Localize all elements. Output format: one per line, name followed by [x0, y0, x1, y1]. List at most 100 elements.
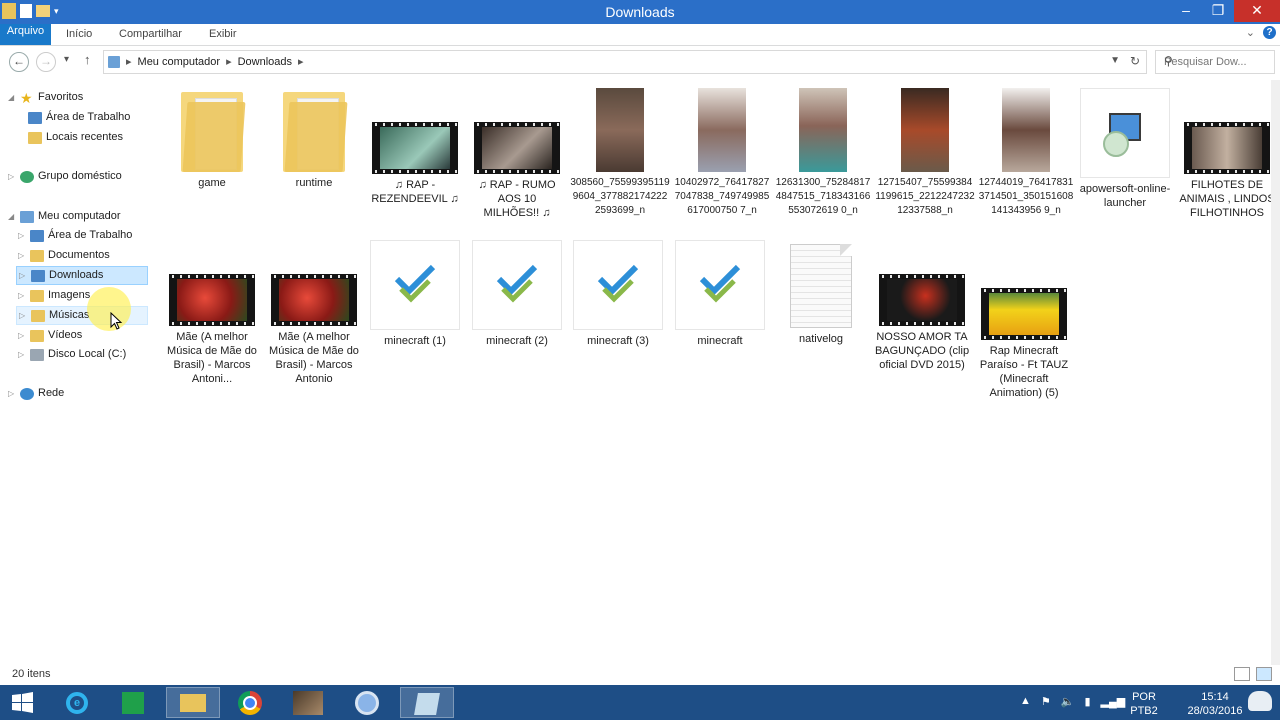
network-tray-icon[interactable]: ▂▄▆ — [1101, 695, 1126, 708]
star-icon: ★ — [20, 89, 33, 106]
search-box[interactable]: Pesquisar Dow... ⚲ — [1155, 50, 1275, 74]
file-label: minecraft (3) — [587, 335, 649, 347]
expand-arrow-icon[interactable]: ▷ — [18, 246, 26, 265]
expand-arrow-icon[interactable]: ▷ — [18, 226, 26, 245]
ie-icon[interactable]: e — [52, 687, 102, 718]
file-label: NOSSO AMOR TA BAGUNÇADO (clip oficial DV… — [874, 331, 970, 371]
up-button[interactable]: ↑ — [84, 52, 91, 67]
nav-grupo-domestico[interactable]: ▷ Grupo doméstico — [8, 167, 122, 186]
file-item[interactable]: minecraft (2) — [469, 240, 565, 348]
file-item[interactable]: minecraft — [672, 240, 768, 348]
file-item[interactable]: 12744019_764178313714501_350151608141343… — [976, 88, 1076, 218]
file-item[interactable]: 12631300_752848174847515_718343166553072… — [773, 88, 873, 218]
help-icon[interactable]: ? — [1263, 26, 1276, 39]
file-label: runtime — [295, 177, 333, 189]
file-item[interactable]: Mãe (A melhor Música de Mãe do Brasil) -… — [266, 234, 362, 386]
disk-icon — [30, 348, 44, 361]
nav-label: Favoritos — [38, 91, 84, 103]
breadcrumb-separator-icon: ▸ — [298, 56, 304, 68]
language-indicator[interactable]: POR PTB2 — [1128, 690, 1160, 718]
tab-file[interactable]: Arquivo — [0, 24, 51, 45]
file-item[interactable]: Mãe (A melhor Música de Mãe do Brasil) -… — [164, 234, 260, 386]
nav-area-de-trabalho-fav[interactable]: Área de Trabalho — [28, 108, 130, 127]
expand-arrow-icon[interactable]: ▷ — [18, 345, 26, 364]
nav-videos[interactable]: ▷ Vídeos — [18, 326, 82, 345]
nav-downloads[interactable]: ▷ Downloads — [16, 266, 148, 285]
file-item[interactable]: game — [164, 88, 260, 190]
scrollbar[interactable] — [1271, 80, 1280, 665]
collapse-arrow-icon[interactable]: ◢ — [8, 207, 16, 226]
show-hidden-icons-icon[interactable]: ▲ — [1020, 695, 1031, 708]
store-icon[interactable] — [108, 687, 158, 718]
chrome-icon[interactable] — [225, 687, 275, 718]
close-button[interactable]: ✕ — [1234, 0, 1280, 22]
start-icon[interactable] — [0, 687, 46, 718]
file-item[interactable]: ♫ RAP - RUMO AOS 10 MILHÕES!! ♫ — [469, 82, 565, 220]
file-item[interactable]: 10402972_764178277047838_749749985617000… — [672, 88, 772, 218]
collapse-arrow-icon[interactable]: ◢ — [8, 88, 16, 107]
chrome-canary-icon[interactable] — [342, 687, 392, 718]
nav-area-de-trabalho[interactable]: ▷ Área de Trabalho — [18, 226, 132, 245]
breadcrumb-meu-computador[interactable]: Meu computador — [138, 56, 221, 68]
navigation-pane: ◢ ★ Favoritos Área de Trabalho Locais re… — [0, 80, 150, 665]
volume-icon[interactable]: 🔈 — [1061, 695, 1075, 708]
explorer-icon[interactable] — [166, 687, 220, 718]
nav-imagens[interactable]: ▷ Imagens — [18, 286, 90, 305]
file-label: ♫ RAP - REZENDEEVIL ♫ — [371, 179, 459, 205]
videos-icon — [30, 329, 44, 342]
weather-icon[interactable] — [1248, 691, 1272, 711]
back-button[interactable]: ← — [9, 52, 29, 72]
file-label: 10402972_764178277047838_749749985617000… — [674, 177, 770, 216]
address-history-dropdown-icon[interactable]: ▼ — [1110, 55, 1120, 66]
file-item[interactable]: runtime — [266, 88, 362, 190]
file-item[interactable]: NOSSO AMOR TA BAGUNÇADO (clip oficial DV… — [874, 234, 970, 372]
file-item[interactable]: nativelog — [773, 244, 869, 346]
nav-meu-computador[interactable]: ◢ Meu computador — [8, 207, 121, 226]
nav-rede[interactable]: ▷ Rede — [8, 384, 64, 403]
file-label: game — [198, 177, 226, 189]
expand-ribbon-icon[interactable]: ⌄ — [1246, 26, 1255, 39]
video-thumbnail — [271, 274, 357, 326]
forward-button[interactable]: → — [36, 52, 56, 72]
expand-arrow-icon[interactable]: ▷ — [19, 266, 27, 285]
video-thumbnail — [169, 274, 255, 326]
address-bar[interactable]: ▸ Meu computador ▸ Downloads ▸ ▼ ↻ — [103, 50, 1147, 74]
video-app-icon[interactable] — [283, 687, 333, 718]
action-center-icon[interactable]: ⚑ — [1041, 695, 1051, 708]
breadcrumb-downloads[interactable]: Downloads — [238, 56, 292, 68]
notes-icon[interactable] — [400, 687, 454, 718]
nav-favoritos[interactable]: ◢ ★ Favoritos — [8, 88, 83, 107]
minimize-button[interactable]: – — [1170, 0, 1202, 22]
nav-documentos[interactable]: ▷ Documentos — [18, 246, 110, 265]
tab-share[interactable]: Compartilhar — [119, 24, 182, 45]
expand-arrow-icon[interactable]: ▷ — [19, 306, 27, 325]
recent-locations-icon[interactable]: ▾ — [64, 54, 69, 65]
nav-label: Imagens — [48, 289, 91, 301]
search-icon[interactable]: ⚲ — [1164, 54, 1269, 68]
file-item[interactable]: minecraft (1) — [367, 240, 463, 348]
expand-arrow-icon[interactable]: ▷ — [18, 286, 26, 305]
title-bar: ▾ Downloads – ❐ ✕ — [0, 0, 1280, 24]
nav-locais-recentes[interactable]: Locais recentes — [28, 128, 123, 147]
file-label: 12631300_752848174847515_718343166553072… — [775, 177, 871, 216]
file-item[interactable]: apowersoft-online-launcher — [1077, 88, 1173, 210]
details-view-icon[interactable] — [1234, 667, 1250, 681]
file-item[interactable]: 12715407_755993841199615_221224723212337… — [875, 88, 975, 218]
tab-view[interactable]: Exibir — [209, 24, 237, 45]
file-item[interactable]: minecraft (3) — [570, 240, 666, 348]
expand-arrow-icon[interactable]: ▷ — [8, 384, 16, 403]
nav-disco-local[interactable]: ▷ Disco Local (C:) — [18, 345, 126, 364]
file-item[interactable]: Rap Minecraft Paraíso - Ft TAUZ (Minecra… — [976, 248, 1072, 400]
file-item[interactable]: FILHOTES DE ANIMAIS , LINDOS FILHOTINHOS — [1179, 82, 1275, 220]
file-item[interactable]: 308560_755993951199604_37788217422225936… — [570, 88, 670, 218]
power-icon[interactable]: ▮ — [1084, 695, 1090, 708]
large-icons-view-icon[interactable] — [1256, 667, 1272, 681]
expand-arrow-icon[interactable]: ▷ — [8, 167, 16, 186]
file-item[interactable]: ♫ RAP - REZENDEEVIL ♫ — [367, 82, 463, 206]
expand-arrow-icon[interactable]: ▷ — [18, 326, 26, 345]
tab-home[interactable]: Início — [66, 24, 92, 45]
restore-button[interactable]: ❐ — [1202, 0, 1234, 22]
clock[interactable]: 15:14 28/03/2016 — [1180, 690, 1250, 718]
refresh-icon[interactable]: ↻ — [1130, 54, 1140, 68]
file-label: ♫ RAP - RUMO AOS 10 MILHÕES!! ♫ — [478, 179, 556, 219]
